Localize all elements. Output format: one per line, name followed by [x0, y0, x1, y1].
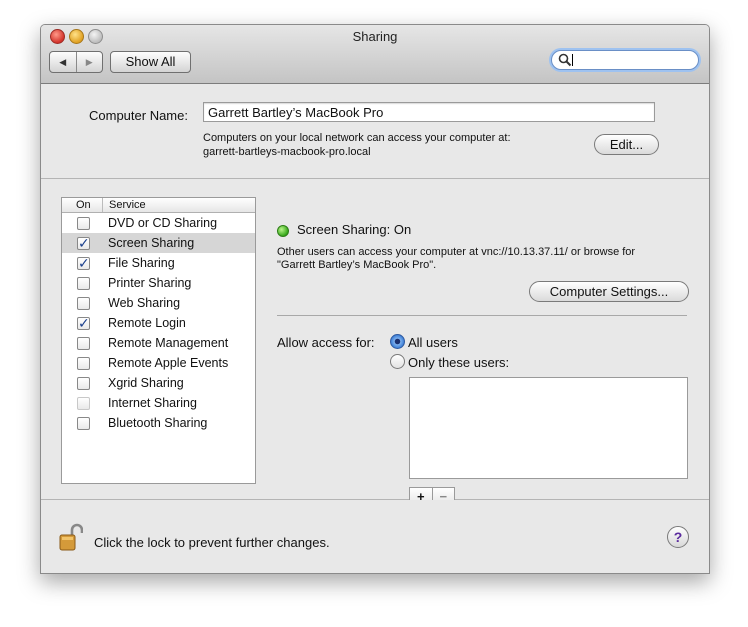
info-line-2: "Garrett Bartley’s MacBook Pro". [277, 259, 437, 271]
service-label: Remote Management [108, 336, 229, 350]
service-checkbox[interactable] [77, 217, 90, 230]
lock-icon[interactable] [59, 522, 83, 552]
description-line-1: Computers on your local network can acce… [203, 132, 511, 144]
computer-name-field[interactable]: Garrett Bartley’s MacBook Pro [203, 102, 655, 122]
service-info: Other users can access your computer at … [277, 246, 697, 272]
service-label: Printer Sharing [108, 276, 192, 290]
info-line-1: Other users can access your computer at … [277, 246, 636, 258]
service-checkbox[interactable]: ✓ [77, 235, 90, 251]
service-label: File Sharing [108, 256, 175, 270]
title-bar: Sharing ◀ ▶ Show All [41, 25, 709, 84]
service-label: Screen Sharing [108, 236, 195, 250]
search-icon [558, 53, 572, 67]
search-field[interactable] [551, 50, 699, 70]
radio-only-these-users-label[interactable]: Only these users: [408, 355, 509, 370]
service-row[interactable]: Bluetooth Sharing [62, 413, 255, 433]
computer-name-section: Computer Name: Garrett Bartley’s MacBook… [41, 84, 709, 179]
status-indicator-icon [277, 225, 289, 237]
service-row[interactable]: ✓ Screen Sharing [62, 233, 255, 253]
service-checkbox[interactable] [77, 377, 90, 390]
service-row[interactable]: Remote Apple Events [62, 353, 255, 373]
radio-only-these-users[interactable] [390, 354, 405, 369]
computer-name-label: Computer Name: [89, 108, 188, 123]
computer-settings-button[interactable]: Computer Settings... [529, 281, 689, 302]
service-row[interactable]: Web Sharing [62, 293, 255, 313]
service-checkbox[interactable]: ✓ [77, 255, 90, 271]
user-list[interactable] [409, 377, 688, 479]
show-all-button[interactable]: Show All [110, 51, 191, 73]
column-header-service[interactable]: Service [102, 198, 146, 212]
service-row[interactable]: Xgrid Sharing [62, 373, 255, 393]
service-checkbox[interactable] [77, 417, 90, 430]
radio-all-users[interactable] [390, 334, 405, 349]
service-label: DVD or CD Sharing [108, 216, 218, 230]
sharing-window: Sharing ◀ ▶ Show All Computer Name: Garr… [40, 24, 710, 574]
help-button[interactable]: ? [667, 526, 689, 548]
service-checkbox[interactable]: ✓ [77, 315, 90, 331]
service-label: Bluetooth Sharing [108, 416, 208, 430]
allow-access-label: Allow access for: [277, 335, 375, 350]
service-row[interactable]: ✓ Remote Login [62, 313, 255, 333]
service-checkbox[interactable] [77, 337, 90, 350]
lock-message: Click the lock to prevent further change… [94, 535, 330, 550]
checkmark-icon: ✓ [78, 315, 90, 331]
service-checkbox[interactable] [77, 297, 90, 310]
local-hostname: garrett-bartleys-macbook-pro.local [203, 146, 371, 158]
radio-all-users-label[interactable]: All users [408, 335, 458, 350]
service-row[interactable]: DVD or CD Sharing [62, 213, 255, 233]
nav-segment: ◀ ▶ [49, 51, 103, 73]
computer-name-description: Computers on your local network can acce… [203, 131, 563, 159]
service-label: Remote Login [108, 316, 186, 330]
column-header-on[interactable]: On [76, 198, 91, 212]
service-row[interactable]: Printer Sharing [62, 273, 255, 293]
service-label: Internet Sharing [108, 396, 197, 410]
service-label: Web Sharing [108, 296, 181, 310]
service-row[interactable]: Remote Management [62, 333, 255, 353]
service-status: Screen Sharing: On [297, 222, 412, 237]
back-icon[interactable]: ◀ [50, 52, 77, 72]
service-checkbox [77, 397, 90, 410]
service-checkbox[interactable] [77, 277, 90, 290]
forward-icon[interactable]: ▶ [77, 52, 103, 72]
divider [277, 315, 687, 316]
edit-button[interactable]: Edit... [594, 134, 659, 155]
checkmark-icon: ✓ [78, 255, 90, 271]
footer: Click the lock to prevent further change… [41, 500, 709, 573]
service-checkbox[interactable] [77, 357, 90, 370]
checkmark-icon: ✓ [78, 235, 90, 251]
service-label: Remote Apple Events [108, 356, 229, 370]
service-row[interactable]: ✓ File Sharing [62, 253, 255, 273]
service-list-header: On Service [62, 198, 255, 213]
service-row[interactable]: Internet Sharing [62, 393, 255, 413]
service-label: Xgrid Sharing [108, 376, 184, 390]
window-title: Sharing [352, 29, 398, 44]
service-list: On Service DVD or CD Sharing ✓ Screen Shar… [61, 197, 256, 484]
services-section: On Service DVD or CD Sharing ✓ Screen Shar… [41, 179, 709, 507]
text-caret [572, 54, 573, 66]
